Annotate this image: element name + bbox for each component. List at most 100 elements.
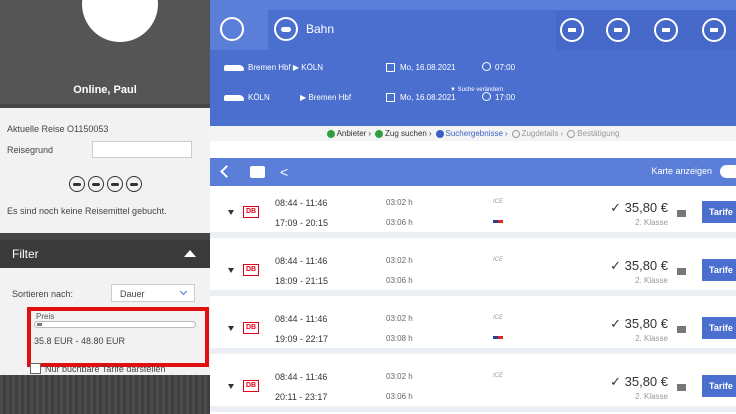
- collapse-arrow-icon[interactable]: [184, 250, 196, 257]
- reason-input[interactable]: [92, 141, 192, 158]
- step-confirmation: Bestätigung: [567, 129, 619, 138]
- route-from: Bremen Hbf ▶ KÖLN: [248, 63, 324, 72]
- train-icon[interactable]: [87, 176, 104, 192]
- leg1-duration: 03:02 h: [386, 256, 413, 265]
- share-icon[interactable]: <: [280, 164, 288, 180]
- leg1-duration: 03:02 h: [386, 314, 413, 323]
- sort-select[interactable]: Dauer: [111, 284, 195, 302]
- train-type: ICE: [493, 315, 504, 321]
- tariffs-button[interactable]: Tarife: [702, 375, 736, 397]
- clipboard-icon[interactable]: [702, 18, 726, 42]
- hotel-icon[interactable]: [560, 18, 584, 42]
- train-type: ICE: [493, 257, 504, 263]
- plane-icon[interactable]: [68, 176, 85, 192]
- expand-caret-icon[interactable]: [228, 210, 234, 215]
- travel-class: 2. Klasse: [635, 392, 668, 401]
- leg2-duration: 03:08 h: [386, 334, 413, 343]
- print-icon[interactable]: [677, 210, 686, 217]
- results-toolbar: < Karte anzeigen: [210, 158, 736, 186]
- profile-name: Online, Paul: [73, 84, 137, 96]
- route-return: KÖLN ▶ Bremen Hbf Mo, 16.08.2021 17:00: [210, 90, 736, 110]
- calendar-icon: [386, 63, 395, 72]
- print-icon[interactable]: [677, 384, 686, 391]
- result-row[interactable]: DB 08:44 - 11:46 17:09 - 20:15 03:02 h 0…: [210, 186, 736, 238]
- expand-caret-icon[interactable]: [228, 268, 234, 273]
- route-date: Mo, 16.08.2021: [400, 93, 456, 102]
- car-icon[interactable]: [125, 176, 142, 192]
- leg2-duration: 03:06 h: [386, 392, 413, 401]
- leg2-duration: 03:06 h: [386, 218, 413, 227]
- result-row[interactable]: DB 08:44 - 11:46 19:09 - 22:17 03:02 h 0…: [210, 302, 736, 354]
- print-icon[interactable]: [677, 268, 686, 275]
- expand-caret-icon[interactable]: [228, 384, 234, 389]
- print-icon[interactable]: [677, 326, 686, 333]
- transport-tabbar: Bahn: [210, 0, 736, 50]
- route-to: ▶ Bremen Hbf: [300, 93, 352, 102]
- current-trip: Aktuelle Reise O1150053: [7, 124, 108, 134]
- calendar-icon: [386, 93, 395, 102]
- only-bookable-label: Nur buchbare Tarife darstellen: [45, 363, 166, 374]
- db-logo: DB: [243, 322, 259, 334]
- leg1-duration: 03:02 h: [386, 372, 413, 381]
- step-results: Suchergebnisse ›: [435, 129, 508, 138]
- price-label: Preis: [36, 312, 55, 321]
- tab-group-right: [556, 10, 736, 50]
- print-icon[interactable]: [250, 166, 265, 178]
- profile-header: Online, Paul: [0, 0, 210, 104]
- route-summary: Bremen Hbf ▶ KÖLN Mo, 16.08.2021 07:00 K…: [210, 50, 736, 141]
- leg2-time: 17:09 - 20:15: [275, 218, 329, 228]
- price: ✓ 35,80 €: [610, 258, 668, 273]
- price-filter-highlight: Preis 35.8 EUR - 48.80 EUR: [27, 307, 209, 367]
- expand-caret-icon[interactable]: [228, 326, 234, 331]
- no-transport-message: Es sind noch keine Reisemittel gebucht.: [7, 206, 167, 216]
- route-outbound: Bremen Hbf ▶ KÖLN Mo, 16.08.2021 07:00: [210, 60, 736, 80]
- progress-steps: Anbieter › Zug suchen › Suchergebnisse ›…: [210, 126, 736, 141]
- car-icon[interactable]: [606, 18, 630, 42]
- step-provider[interactable]: Anbieter ›: [326, 129, 371, 138]
- result-row[interactable]: DB 08:44 - 11:46 18:09 - 21:15 03:02 h 0…: [210, 244, 736, 296]
- clock-icon: [482, 62, 491, 71]
- only-bookable-option[interactable]: Nur buchbare Tarife darstellen: [30, 363, 165, 374]
- reason-label: Reisegrund: [7, 145, 54, 155]
- price-slider[interactable]: [34, 321, 196, 328]
- map-toggle[interactable]: [720, 165, 736, 178]
- train-icon: [224, 95, 244, 101]
- train-icon: [274, 17, 298, 41]
- leg2-time: 18:09 - 21:15: [275, 276, 329, 286]
- filter-header[interactable]: Filter: [0, 240, 210, 268]
- train-icon: [224, 65, 244, 71]
- avatar[interactable]: [82, 0, 158, 62]
- db-logo: DB: [243, 380, 259, 392]
- taxi-icon[interactable]: [654, 18, 678, 42]
- route-time: 07:00: [495, 63, 516, 72]
- db-logo: DB: [243, 206, 259, 218]
- travel-class: 2. Klasse: [635, 334, 668, 343]
- sidebar: Online, Paul Aktuelle Reise O1150053 Rei…: [0, 0, 210, 414]
- change-search-link[interactable]: ▼ Suche verändern: [450, 87, 503, 93]
- tariffs-button[interactable]: Tarife: [702, 201, 736, 223]
- tab-flight-icon[interactable]: [220, 17, 244, 41]
- operator-icon: [493, 336, 503, 339]
- tariffs-button[interactable]: Tarife: [702, 259, 736, 281]
- leg1-time: 08:44 - 11:46: [275, 256, 328, 266]
- price-slider-handle[interactable]: [37, 323, 42, 326]
- step-details: Zugdetails ›: [511, 129, 563, 138]
- price: ✓ 35,80 €: [610, 374, 668, 389]
- tariffs-button[interactable]: Tarife: [702, 317, 736, 339]
- chevron-down-icon: [179, 287, 188, 296]
- leg1-time: 08:44 - 11:46: [275, 314, 328, 324]
- leg2-time: 19:09 - 22:17: [275, 334, 329, 344]
- hotel-icon[interactable]: [106, 176, 123, 192]
- result-row[interactable]: DB 08:44 - 11:46 20:11 - 23:17 03:02 h 0…: [210, 360, 736, 412]
- current-trip-label: Aktuelle Reise: [7, 124, 65, 134]
- tab-train[interactable]: Bahn: [268, 10, 556, 50]
- operator-icon: [493, 220, 503, 223]
- step-search[interactable]: Zug suchen ›: [375, 129, 432, 138]
- route-from: KÖLN: [248, 93, 270, 102]
- leg1-time: 08:44 - 11:46: [275, 198, 328, 208]
- train-type: ICE: [493, 373, 504, 379]
- leg2-duration: 03:06 h: [386, 276, 413, 285]
- only-bookable-checkbox[interactable]: [30, 363, 41, 374]
- back-icon[interactable]: [220, 165, 233, 178]
- clock-icon: [482, 92, 491, 101]
